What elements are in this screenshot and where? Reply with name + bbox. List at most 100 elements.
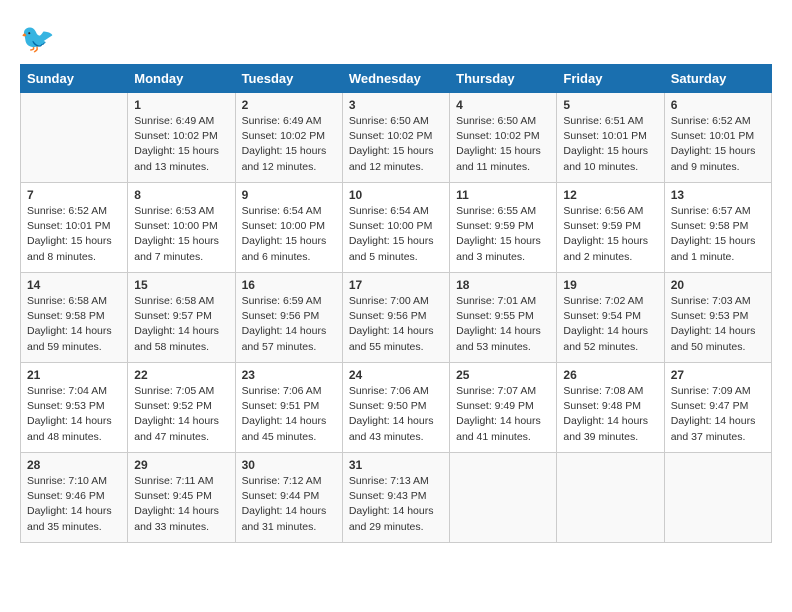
day-info: Sunrise: 7:07 AMSunset: 9:49 PMDaylight:… <box>456 384 550 445</box>
calendar-cell: 17 Sunrise: 7:00 AMSunset: 9:56 PMDaylig… <box>342 273 449 363</box>
calendar-cell <box>557 453 664 543</box>
logo: 🐦 <box>20 20 60 56</box>
calendar-cell: 2 Sunrise: 6:49 AMSunset: 10:02 PMDaylig… <box>235 93 342 183</box>
calendar-cell: 29 Sunrise: 7:11 AMSunset: 9:45 PMDaylig… <box>128 453 235 543</box>
page-header: 🐦 <box>20 20 772 56</box>
day-info: Sunrise: 7:02 AMSunset: 9:54 PMDaylight:… <box>563 294 657 355</box>
day-info: Sunrise: 7:01 AMSunset: 9:55 PMDaylight:… <box>456 294 550 355</box>
day-info: Sunrise: 7:06 AMSunset: 9:51 PMDaylight:… <box>242 384 336 445</box>
day-info: Sunrise: 6:51 AMSunset: 10:01 PMDaylight… <box>563 114 657 175</box>
logo-bird-icon: 🐦 <box>20 20 56 56</box>
day-info: Sunrise: 7:13 AMSunset: 9:43 PMDaylight:… <box>349 474 443 535</box>
day-number: 17 <box>349 278 443 292</box>
calendar-cell: 15 Sunrise: 6:58 AMSunset: 9:57 PMDaylig… <box>128 273 235 363</box>
day-number: 11 <box>456 188 550 202</box>
calendar-cell: 5 Sunrise: 6:51 AMSunset: 10:01 PMDaylig… <box>557 93 664 183</box>
day-number: 9 <box>242 188 336 202</box>
day-number: 23 <box>242 368 336 382</box>
day-info: Sunrise: 7:03 AMSunset: 9:53 PMDaylight:… <box>671 294 765 355</box>
week-row-3: 14 Sunrise: 6:58 AMSunset: 9:58 PMDaylig… <box>21 273 772 363</box>
day-info: Sunrise: 6:49 AMSunset: 10:02 PMDaylight… <box>242 114 336 175</box>
calendar-cell: 30 Sunrise: 7:12 AMSunset: 9:44 PMDaylig… <box>235 453 342 543</box>
calendar-cell: 7 Sunrise: 6:52 AMSunset: 10:01 PMDaylig… <box>21 183 128 273</box>
day-number: 31 <box>349 458 443 472</box>
day-info: Sunrise: 6:58 AMSunset: 9:58 PMDaylight:… <box>27 294 121 355</box>
calendar-cell: 18 Sunrise: 7:01 AMSunset: 9:55 PMDaylig… <box>450 273 557 363</box>
day-info: Sunrise: 6:56 AMSunset: 9:59 PMDaylight:… <box>563 204 657 265</box>
calendar-cell: 23 Sunrise: 7:06 AMSunset: 9:51 PMDaylig… <box>235 363 342 453</box>
day-number: 29 <box>134 458 228 472</box>
calendar-cell: 28 Sunrise: 7:10 AMSunset: 9:46 PMDaylig… <box>21 453 128 543</box>
day-info: Sunrise: 6:53 AMSunset: 10:00 PMDaylight… <box>134 204 228 265</box>
calendar-cell: 1 Sunrise: 6:49 AMSunset: 10:02 PMDaylig… <box>128 93 235 183</box>
day-number: 10 <box>349 188 443 202</box>
calendar-cell: 9 Sunrise: 6:54 AMSunset: 10:00 PMDaylig… <box>235 183 342 273</box>
day-info: Sunrise: 7:06 AMSunset: 9:50 PMDaylight:… <box>349 384 443 445</box>
day-info: Sunrise: 6:50 AMSunset: 10:02 PMDaylight… <box>456 114 550 175</box>
day-number: 6 <box>671 98 765 112</box>
day-number: 26 <box>563 368 657 382</box>
day-number: 19 <box>563 278 657 292</box>
day-header-monday: Monday <box>128 65 235 93</box>
calendar-cell: 16 Sunrise: 6:59 AMSunset: 9:56 PMDaylig… <box>235 273 342 363</box>
day-number: 13 <box>671 188 765 202</box>
day-header-friday: Friday <box>557 65 664 93</box>
day-info: Sunrise: 7:00 AMSunset: 9:56 PMDaylight:… <box>349 294 443 355</box>
day-number: 14 <box>27 278 121 292</box>
calendar-cell: 25 Sunrise: 7:07 AMSunset: 9:49 PMDaylig… <box>450 363 557 453</box>
day-header-saturday: Saturday <box>664 65 771 93</box>
calendar-cell: 3 Sunrise: 6:50 AMSunset: 10:02 PMDaylig… <box>342 93 449 183</box>
day-number: 25 <box>456 368 550 382</box>
day-info: Sunrise: 7:05 AMSunset: 9:52 PMDaylight:… <box>134 384 228 445</box>
day-header-sunday: Sunday <box>21 65 128 93</box>
day-number: 12 <box>563 188 657 202</box>
day-info: Sunrise: 6:55 AMSunset: 9:59 PMDaylight:… <box>456 204 550 265</box>
day-info: Sunrise: 6:54 AMSunset: 10:00 PMDaylight… <box>242 204 336 265</box>
day-info: Sunrise: 7:10 AMSunset: 9:46 PMDaylight:… <box>27 474 121 535</box>
day-number: 3 <box>349 98 443 112</box>
day-number: 1 <box>134 98 228 112</box>
day-info: Sunrise: 7:08 AMSunset: 9:48 PMDaylight:… <box>563 384 657 445</box>
day-info: Sunrise: 6:58 AMSunset: 9:57 PMDaylight:… <box>134 294 228 355</box>
day-number: 22 <box>134 368 228 382</box>
day-header-wednesday: Wednesday <box>342 65 449 93</box>
calendar-cell: 31 Sunrise: 7:13 AMSunset: 9:43 PMDaylig… <box>342 453 449 543</box>
day-info: Sunrise: 6:52 AMSunset: 10:01 PMDaylight… <box>27 204 121 265</box>
day-info: Sunrise: 6:57 AMSunset: 9:58 PMDaylight:… <box>671 204 765 265</box>
day-info: Sunrise: 6:50 AMSunset: 10:02 PMDaylight… <box>349 114 443 175</box>
day-number: 21 <box>27 368 121 382</box>
calendar-cell: 11 Sunrise: 6:55 AMSunset: 9:59 PMDaylig… <box>450 183 557 273</box>
week-row-5: 28 Sunrise: 7:10 AMSunset: 9:46 PMDaylig… <box>21 453 772 543</box>
day-number: 30 <box>242 458 336 472</box>
calendar-cell: 20 Sunrise: 7:03 AMSunset: 9:53 PMDaylig… <box>664 273 771 363</box>
week-row-1: 1 Sunrise: 6:49 AMSunset: 10:02 PMDaylig… <box>21 93 772 183</box>
day-header-thursday: Thursday <box>450 65 557 93</box>
day-info: Sunrise: 7:09 AMSunset: 9:47 PMDaylight:… <box>671 384 765 445</box>
svg-text:🐦: 🐦 <box>20 23 55 54</box>
day-number: 4 <box>456 98 550 112</box>
day-info: Sunrise: 7:04 AMSunset: 9:53 PMDaylight:… <box>27 384 121 445</box>
calendar-cell: 27 Sunrise: 7:09 AMSunset: 9:47 PMDaylig… <box>664 363 771 453</box>
day-number: 18 <box>456 278 550 292</box>
calendar-cell: 21 Sunrise: 7:04 AMSunset: 9:53 PMDaylig… <box>21 363 128 453</box>
week-row-4: 21 Sunrise: 7:04 AMSunset: 9:53 PMDaylig… <box>21 363 772 453</box>
calendar-cell: 12 Sunrise: 6:56 AMSunset: 9:59 PMDaylig… <box>557 183 664 273</box>
day-number: 2 <box>242 98 336 112</box>
calendar-cell: 22 Sunrise: 7:05 AMSunset: 9:52 PMDaylig… <box>128 363 235 453</box>
calendar-cell: 8 Sunrise: 6:53 AMSunset: 10:00 PMDaylig… <box>128 183 235 273</box>
day-info: Sunrise: 7:11 AMSunset: 9:45 PMDaylight:… <box>134 474 228 535</box>
calendar-cell: 13 Sunrise: 6:57 AMSunset: 9:58 PMDaylig… <box>664 183 771 273</box>
calendar-cell <box>450 453 557 543</box>
calendar-cell: 14 Sunrise: 6:58 AMSunset: 9:58 PMDaylig… <box>21 273 128 363</box>
calendar-table: SundayMondayTuesdayWednesdayThursdayFrid… <box>20 64 772 543</box>
day-number: 24 <box>349 368 443 382</box>
calendar-cell: 6 Sunrise: 6:52 AMSunset: 10:01 PMDaylig… <box>664 93 771 183</box>
day-number: 7 <box>27 188 121 202</box>
calendar-cell: 10 Sunrise: 6:54 AMSunset: 10:00 PMDayli… <box>342 183 449 273</box>
day-number: 16 <box>242 278 336 292</box>
day-number: 27 <box>671 368 765 382</box>
day-info: Sunrise: 6:59 AMSunset: 9:56 PMDaylight:… <box>242 294 336 355</box>
day-info: Sunrise: 6:54 AMSunset: 10:00 PMDaylight… <box>349 204 443 265</box>
day-number: 28 <box>27 458 121 472</box>
day-header-tuesday: Tuesday <box>235 65 342 93</box>
